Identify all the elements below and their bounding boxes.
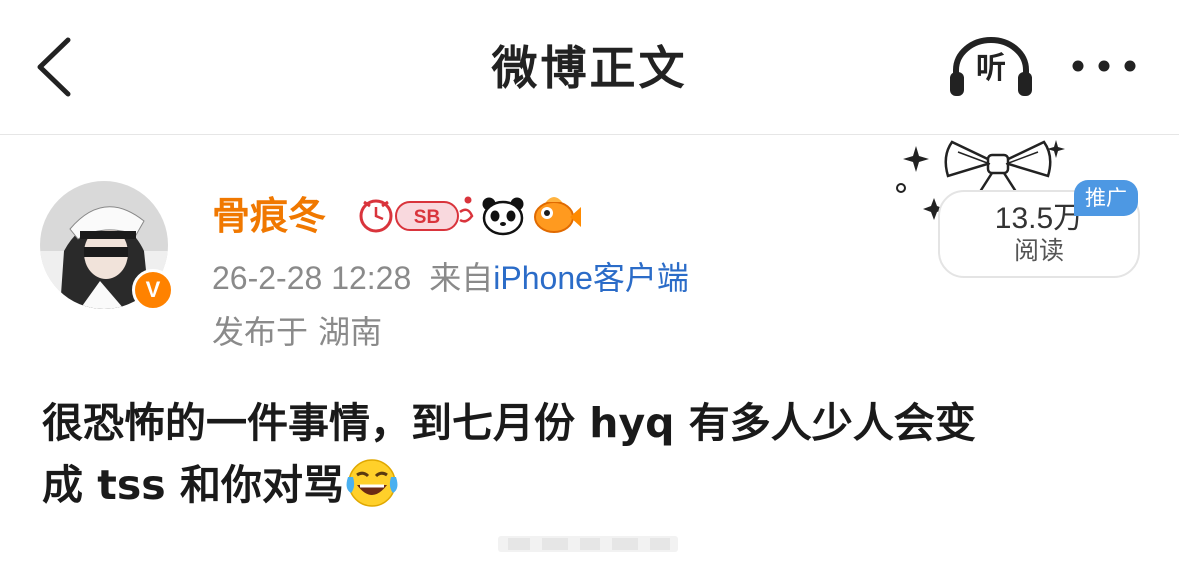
sb-badge: SB [359,196,474,233]
svg-text:SB: SB [414,207,440,228]
author-name[interactable]: 骨痕冬 [212,192,326,240]
post-text-line-1: 很恐怖的一件事情，到七月份 hyq 有多人少人会变 [42,399,976,447]
post-timestamp: 26-2-28 12:28 [212,260,412,296]
post-text-line-2-text: 成 tss 和你对骂 [42,461,344,509]
listen-button-label[interactable]: 听 [968,49,1014,89]
promo-button[interactable]: 推广 [1074,180,1138,216]
post-meta: 26-2-28 12:28 来自iPhone客户端 [212,256,689,300]
verified-badge: V [132,269,174,311]
read-label: 阅读 [1013,236,1064,265]
faded-text-preview [498,536,678,552]
post-content: 很恐怖的一件事情，到七月份 hyq 有多人少人会变 成 tss 和你对骂 [42,392,1142,516]
post-location: 发布于 湖南 [212,313,383,351]
more-dots-icon[interactable] [1068,54,1140,78]
source-client-link[interactable]: iPhone客户端 [493,260,689,296]
laughing-crying-emoji [346,459,398,507]
author-avatar[interactable]: V [40,181,174,311]
top-nav-bar: 微博正文 听 [0,0,1179,135]
source-prefix: 来自 [429,260,494,296]
panda-badge [482,197,524,236]
fish-badge [534,197,581,233]
post-text-line-2: 成 tss 和你对骂 [42,454,1142,516]
